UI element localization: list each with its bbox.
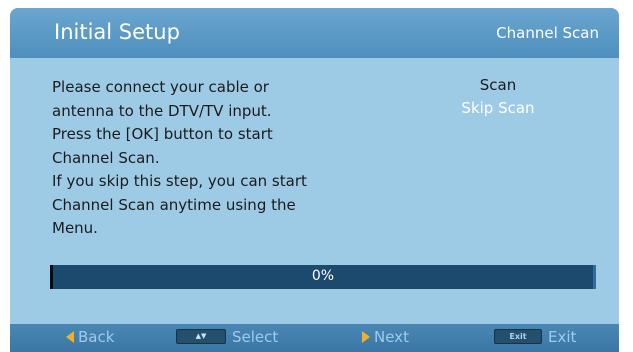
- next-hint[interactable]: Next: [362, 328, 409, 348]
- scan-option[interactable]: Scan: [438, 74, 558, 97]
- instruction-line: antenna to the DTV/TV input.: [52, 101, 272, 120]
- instructions-text: Please connect your cable or antenna to …: [52, 76, 372, 241]
- header-bar: Initial Setup Channel Scan: [10, 8, 619, 58]
- up-down-key-icon: ▲▼: [176, 328, 226, 344]
- instruction-line: Channel Scan anytime using the: [52, 195, 296, 214]
- left-arrow-icon: [66, 330, 74, 343]
- select-label: Select: [232, 328, 279, 346]
- skip-scan-option[interactable]: Skip Scan: [438, 97, 558, 120]
- back-label: Back: [78, 328, 115, 346]
- instruction-line: Press the [OK] button to start: [52, 125, 273, 143]
- scan-menu: Scan Skip Scan: [438, 74, 558, 120]
- instruction-line: Please connect your cable or: [52, 78, 269, 96]
- footer-bar: Back ▲▼ Select Next Exit Exit: [10, 324, 619, 352]
- setup-screen: Initial Setup Channel Scan Please connec…: [10, 8, 619, 352]
- instruction-line: If you skip this step, you can start: [52, 172, 307, 190]
- instruction-line: Menu.: [52, 219, 98, 237]
- progress-label: 0%: [311, 268, 335, 284]
- back-hint[interactable]: Back: [66, 328, 114, 348]
- exit-label: Exit: [548, 328, 577, 346]
- select-hint[interactable]: ▲▼ Select: [176, 328, 278, 348]
- next-label: Next: [374, 328, 409, 346]
- page-title: Initial Setup: [54, 20, 180, 44]
- instruction-line: Channel Scan.: [52, 148, 160, 167]
- right-arrow-icon: [362, 330, 370, 343]
- exit-key-icon: Exit: [494, 328, 542, 344]
- page-subtitle: Channel Scan: [496, 24, 599, 42]
- exit-hint[interactable]: Exit Exit: [494, 328, 576, 348]
- scan-progress-bar: 0%: [50, 265, 596, 289]
